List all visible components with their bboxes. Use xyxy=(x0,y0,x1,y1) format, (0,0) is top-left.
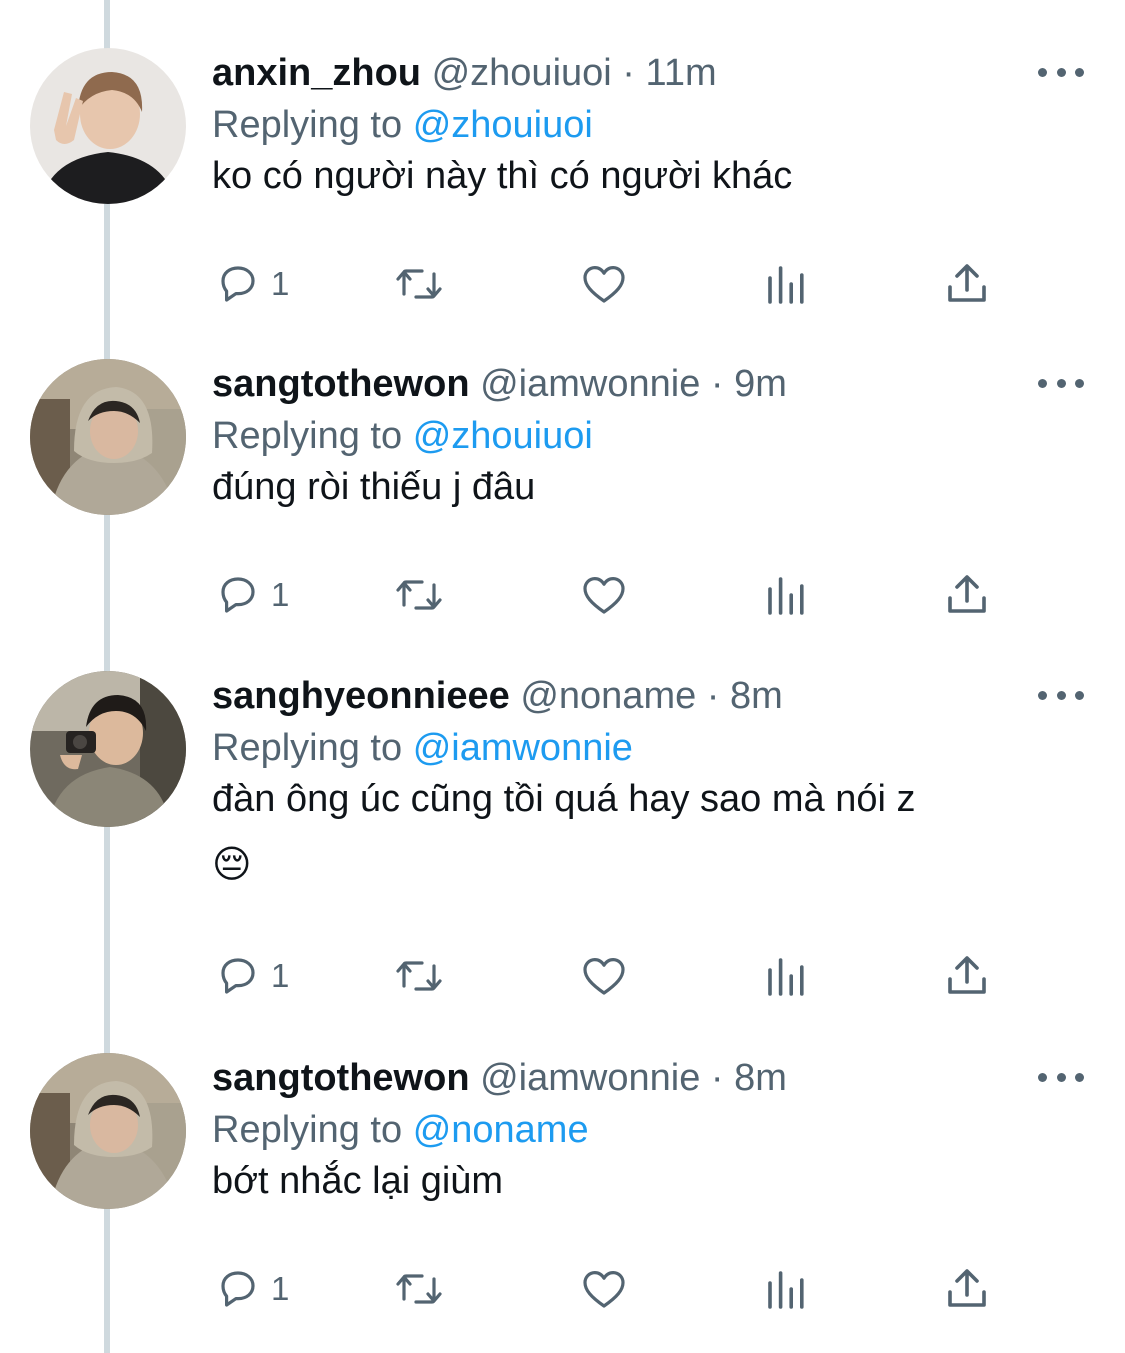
reply-icon xyxy=(221,958,255,994)
retweet-icon xyxy=(396,580,442,610)
share-button[interactable] xyxy=(944,1264,990,1314)
tweet-text-content: đàn ông úc cũng tồi quá hay sao mà nói z xyxy=(212,778,916,820)
timestamp[interactable]: 8m xyxy=(730,675,783,717)
replying-to-line: Replying to @zhouiuoi xyxy=(212,411,593,461)
heart-icon xyxy=(583,958,625,995)
more-icon[interactable] xyxy=(1038,62,1084,82)
pensive-face-emoji: 😔 xyxy=(212,844,252,886)
reply-count: 1 xyxy=(271,1270,290,1307)
like-button[interactable] xyxy=(579,570,629,620)
tweet-text: đúng ròi thiếu j đâu xyxy=(212,456,1072,518)
user-handle[interactable]: @iamwonnie xyxy=(480,1057,700,1099)
reply-button[interactable]: 1 xyxy=(213,570,289,620)
retweet-button[interactable] xyxy=(392,570,446,620)
action-bar: 1 xyxy=(0,570,1125,620)
reply-icon xyxy=(221,266,255,302)
replying-to-line: Replying to @zhouiuoi xyxy=(212,100,593,150)
user-handle[interactable]: @iamwonnie xyxy=(480,363,700,405)
reply-icon xyxy=(221,1271,255,1307)
user-handle[interactable]: @noname xyxy=(520,675,696,717)
views-button[interactable] xyxy=(764,570,808,620)
more-icon[interactable] xyxy=(1038,373,1084,393)
tweet-header: anxin_zhou @zhouiuoi · 11m xyxy=(212,48,717,98)
share-button[interactable] xyxy=(944,259,990,309)
share-icon xyxy=(948,575,986,613)
separator-dot: · xyxy=(622,52,635,94)
replying-to-mention[interactable]: @zhouiuoi xyxy=(413,104,593,146)
replying-to-mention[interactable]: @noname xyxy=(413,1109,589,1151)
replying-to-label: Replying to xyxy=(212,727,403,769)
timestamp[interactable]: 11m xyxy=(646,52,717,94)
reply-count: 1 xyxy=(271,576,290,613)
display-name[interactable]: sangtothewon xyxy=(212,363,470,405)
user-handle[interactable]: @zhouiuoi xyxy=(432,52,612,94)
analytics-icon xyxy=(768,958,804,996)
share-button[interactable] xyxy=(944,570,990,620)
tweet-header: sangtothewon @iamwonnie · 8m xyxy=(212,1053,787,1103)
reply-button[interactable]: 1 xyxy=(213,951,289,1001)
replying-to-label: Replying to xyxy=(212,415,403,457)
like-button[interactable] xyxy=(579,259,629,309)
retweet-icon xyxy=(396,1274,442,1304)
replying-to-label: Replying to xyxy=(212,104,403,146)
replying-to-line: Replying to @noname xyxy=(212,1105,589,1155)
analytics-icon xyxy=(768,577,804,615)
action-bar: 1 xyxy=(0,259,1125,309)
action-bar: 1 xyxy=(0,951,1125,1001)
retweet-button[interactable] xyxy=(392,1264,446,1314)
replying-to-mention[interactable]: @iamwonnie xyxy=(413,727,633,769)
reply-count: 1 xyxy=(271,265,290,302)
separator-dot: · xyxy=(706,675,720,717)
views-button[interactable] xyxy=(764,951,808,1001)
like-button[interactable] xyxy=(579,1264,629,1314)
heart-icon xyxy=(583,266,625,303)
replying-to-label: Replying to xyxy=(212,1109,403,1151)
timestamp[interactable]: 9m xyxy=(734,363,787,405)
retweet-icon xyxy=(396,269,442,299)
action-bar: 1 xyxy=(0,1264,1125,1314)
separator-dot: · xyxy=(710,1057,724,1099)
display-name[interactable]: sanghyeonnieee xyxy=(212,675,510,717)
more-icon[interactable] xyxy=(1038,685,1084,705)
avatar[interactable] xyxy=(30,359,186,515)
like-button[interactable] xyxy=(579,951,629,1001)
tweet-text: đàn ông úc cũng tồi quá hay sao mà nói z… xyxy=(212,768,1072,896)
retweet-button[interactable] xyxy=(392,951,446,1001)
avatar[interactable] xyxy=(30,48,186,204)
tweet-text-content: đúng ròi thiếu j đâu xyxy=(212,466,536,508)
avatar[interactable] xyxy=(30,1053,186,1209)
timestamp[interactable]: 8m xyxy=(734,1057,787,1099)
analytics-icon xyxy=(768,1271,804,1309)
tweet-text-content: bớt nhắc lại giùm xyxy=(212,1160,504,1202)
share-button[interactable] xyxy=(944,951,990,1001)
share-icon xyxy=(948,264,986,302)
share-icon xyxy=(948,956,986,994)
retweet-icon xyxy=(396,961,442,991)
views-button[interactable] xyxy=(764,259,808,309)
tweet-text: ko có người này thì có người khác xyxy=(212,145,1072,207)
replying-to-mention[interactable]: @zhouiuoi xyxy=(413,415,593,457)
tweet-header: sangtothewon @iamwonnie · 9m xyxy=(212,359,787,409)
reply-count: 1 xyxy=(271,957,290,994)
reply-button[interactable]: 1 xyxy=(213,1264,289,1314)
avatar[interactable] xyxy=(30,671,186,827)
views-button[interactable] xyxy=(764,1264,808,1314)
heart-icon xyxy=(583,1271,625,1308)
display-name[interactable]: anxin_zhou xyxy=(212,52,421,94)
reply-icon xyxy=(221,577,255,613)
share-icon xyxy=(948,1269,986,1307)
replying-to-line: Replying to @iamwonnie xyxy=(212,723,633,773)
heart-icon xyxy=(583,577,625,614)
tweet-text: bớt nhắc lại giùm xyxy=(212,1150,1072,1212)
analytics-icon xyxy=(768,266,804,304)
more-icon[interactable] xyxy=(1038,1067,1084,1087)
display-name[interactable]: sangtothewon xyxy=(212,1057,470,1099)
tweet-header: sanghyeonnieee @noname · 8m xyxy=(212,671,783,721)
separator-dot: · xyxy=(710,363,724,405)
tweet-text-content: ko có người này thì có người khác xyxy=(212,155,793,197)
reply-button[interactable]: 1 xyxy=(213,259,289,309)
retweet-button[interactable] xyxy=(392,259,446,309)
